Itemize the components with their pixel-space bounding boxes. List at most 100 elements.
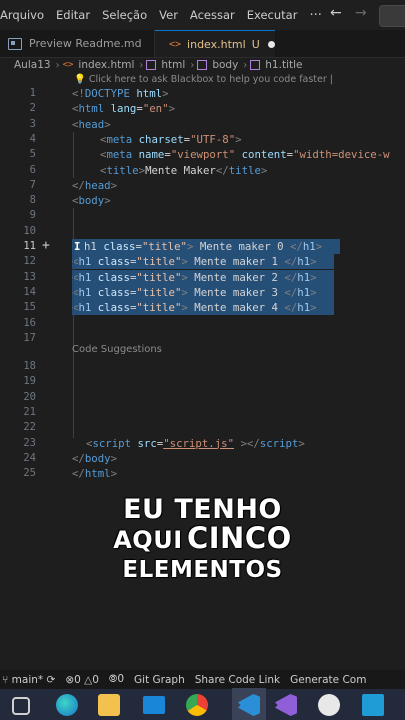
code-line[interactable]: 18 [0,359,405,374]
forward-arrow-icon[interactable]: → [355,5,367,21]
line-number: 15 [23,301,36,314]
code-token: "width=device-w [293,148,390,162]
code-line[interactable]: 20 [0,390,405,405]
code-token: h1 [78,255,92,269]
code-line[interactable]: 9 [0,208,405,223]
breadcrumb-file[interactable]: index.html [76,59,136,71]
tab-index-html[interactable]: <> index.html U [155,30,275,57]
code-line[interactable]: 21 [0,405,405,420]
code-token: body [78,194,105,208]
code-token: "title" [136,301,182,315]
code-line[interactable]: 14 <h1 class="title"> Mente maker 3 </h1> [0,284,405,300]
code-line[interactable]: 15 <h1 class="title"> Mente maker 4 </h1> [0,300,405,316]
code-text: <h1 class="title"> Mente maker 2 </h1> [72,271,317,284]
code-token: Mente maker 4 [187,301,285,315]
code-line[interactable]: 2 <html lang="en"> [0,101,405,116]
menu-executar[interactable]: Executar [241,8,304,22]
line-number: 20 [23,390,36,403]
menu-selecao[interactable]: Seleção [96,8,153,22]
code-line[interactable]: 19 [0,374,405,389]
code-token: </ [289,240,303,253]
code-line[interactable]: 12 <h1 class="title"> Mente maker 1 </h1> [0,254,405,270]
breadcrumb-h1-title[interactable]: h1.title [263,59,304,71]
caption-word: AQUI [113,526,183,554]
code-line[interactable]: 24 </body> [0,451,405,466]
line-number: 3 [29,117,36,130]
breadcrumb-body[interactable]: body [210,59,240,71]
menu-ver[interactable]: Ver [153,8,184,22]
back-arrow-icon[interactable]: ← [330,5,342,21]
problems-indicator[interactable]: ⊗0 △0 [60,674,104,686]
code-token: meta [106,132,133,146]
code-line[interactable]: 4 <meta charset="UTF-8"> [0,132,405,147]
obs-icon[interactable] [318,694,340,716]
code-line[interactable]: 25 </html> [0,466,405,481]
code-line[interactable]: 7 </head> [0,178,405,193]
blackbox-hint[interactable]: 💡 Click here to ask Blackbox to help you … [74,74,333,85]
generate-commit-button[interactable]: Generate Com [285,674,371,686]
breadcrumb-folder[interactable]: Aula13 [0,59,53,71]
code-line[interactable]: 22 [0,420,405,435]
code-token: > [298,436,305,450]
menu-bar: Arquivo Editar Seleção Ver Acessar Execu… [0,0,405,30]
file-explorer-icon[interactable] [98,694,120,716]
tab-label: Preview Readme.md [29,37,142,50]
command-center-search[interactable] [379,5,405,27]
code-text: <meta name="viewport" content="width=dev… [100,148,390,161]
caption-line-2: AQUI CINCO [0,521,405,555]
line-number: 24 [23,451,36,464]
element-icon [197,60,208,70]
git-graph-button[interactable]: Git Graph [129,674,190,686]
code-text: </head> [72,179,117,192]
breadcrumb-html[interactable]: html [159,59,187,71]
menu-acessar[interactable]: Acessar [184,8,241,22]
unsaved-dot-icon[interactable] [267,40,275,48]
code-token: > [162,87,169,100]
code-line[interactable]: 3 <head> [0,117,405,132]
code-token: src [137,436,157,450]
code-line[interactable]: 1 <!DOCTYPE html> [0,86,405,101]
code-token: </ [284,255,298,269]
code-token: "title" [136,285,182,299]
line-number: 22 [23,421,36,434]
code-line[interactable]: 8 <body> [0,193,405,208]
code-text: <h1 class="title"> Mente maker 4 </h1> [72,301,317,314]
code-token: > [310,270,317,284]
share-code-link-button[interactable]: Share Code Link [190,674,285,686]
add-comment-icon[interactable]: + [42,238,50,253]
code-token: head [78,117,105,131]
code-token: "script.js" [163,436,235,450]
line-number: 17 [23,331,36,344]
code-line[interactable]: 11 + Ih1 class="title"> Mente maker 0 </h1… [0,238,405,254]
code-line[interactable]: 23 <script src="script.js" ></script> [0,436,405,451]
line-number: 7 [29,178,36,191]
code-token: DOCTYPE [84,87,130,100]
code-line[interactable]: 17 [0,331,405,346]
code-token: h1 [78,285,92,299]
code-line[interactable]: 6 <title>Mente Maker</title> [0,163,405,178]
code-line[interactable]: 10 [0,224,405,239]
code-line[interactable]: 16 [0,316,405,331]
task-view-icon[interactable] [12,697,30,715]
code-suggestions-label[interactable]: Code Suggestions [72,344,162,355]
code-token: > [110,451,118,465]
mail-icon[interactable] [143,696,165,714]
menu-editar[interactable]: Editar [50,8,96,22]
code-token: h1 [78,301,92,315]
code-line[interactable]: 13 <h1 class="title"> Mente maker 2 </h1> [0,269,405,285]
branch-indicator[interactable]: ⑂ main* ⟳ [0,674,60,686]
code-token: Mente maker 0 [193,240,290,253]
edge-icon[interactable] [56,694,78,716]
menu-more-icon[interactable]: ··· [303,8,327,23]
chrome-icon[interactable] [186,694,208,716]
menu-arquivo[interactable]: Arquivo [0,8,50,22]
tab-preview-readme[interactable]: Preview Readme.md [0,30,155,57]
code-token: head [84,178,111,192]
code-line[interactable]: 5 <meta name="viewport" content="width=de… [0,147,405,162]
code-token: title [106,163,139,177]
ports-indicator[interactable]: ⦾0 [104,673,129,686]
code-token: </ [72,178,85,192]
app-icon[interactable] [362,694,384,716]
code-token: charset [138,132,184,146]
breadcrumb: Aula13 › <> index.html › html › body › h… [0,57,405,73]
